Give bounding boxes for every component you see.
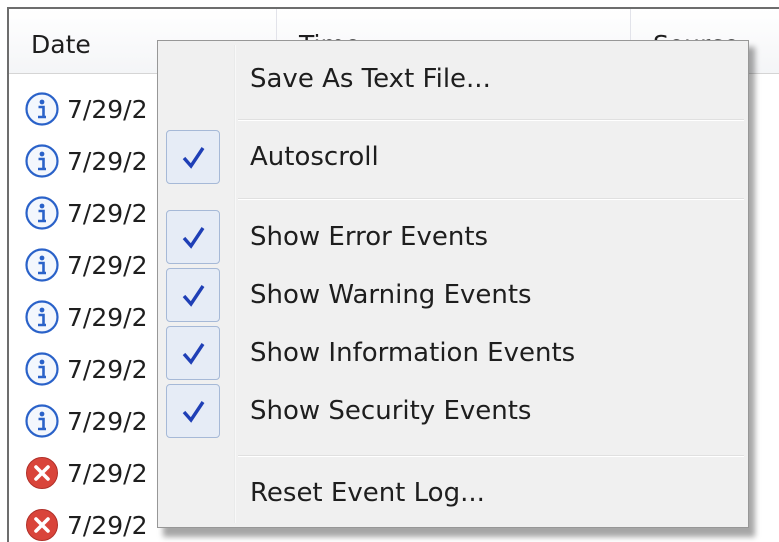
menu-separator (238, 119, 744, 121)
check-indicator (166, 210, 220, 264)
checkmark-icon (182, 285, 205, 307)
check-indicator (166, 326, 220, 380)
menu-item-label: Show Information Events (250, 338, 576, 368)
row-date: 7/29/2 (67, 251, 148, 280)
menu-item-label: Autoscroll (250, 142, 379, 172)
row-date: 7/29/2 (67, 511, 148, 540)
menu-item-show-security-events[interactable]: Show Security Events (162, 383, 744, 439)
row-date: 7/29/2 (67, 303, 148, 332)
check-indicator (166, 130, 220, 184)
check-indicator (166, 384, 220, 438)
error-icon (25, 456, 59, 490)
menu-separator (238, 455, 744, 457)
row-date: 7/29/2 (67, 199, 148, 228)
menu-item-reset-event-log[interactable]: Reset Event Log... (162, 465, 744, 521)
menu-item-autoscroll[interactable]: Autoscroll (162, 129, 744, 185)
checkmark-icon (182, 343, 205, 365)
info-icon (25, 404, 59, 438)
info-icon (25, 248, 59, 282)
menu-item-label: Show Warning Events (250, 280, 532, 310)
checkmark-icon (182, 401, 205, 423)
context-menu: Save As Text File... Autoscroll Show Err… (157, 40, 749, 528)
menu-item-label: Show Security Events (250, 396, 532, 426)
menu-item-label: Show Error Events (250, 222, 489, 252)
row-date: 7/29/2 (67, 459, 148, 488)
checkmark-icon (182, 147, 205, 169)
error-icon (25, 508, 59, 542)
info-icon (25, 300, 59, 334)
menu-item-show-warning-events[interactable]: Show Warning Events (162, 267, 744, 323)
info-icon (25, 196, 59, 230)
info-icon (25, 352, 59, 386)
row-date: 7/29/2 (67, 355, 148, 384)
menu-item-show-error-events[interactable]: Show Error Events (162, 209, 744, 265)
menu-item-show-information-events[interactable]: Show Information Events (162, 325, 744, 381)
checkmark-icon (182, 227, 205, 249)
check-indicator (166, 268, 220, 322)
row-date: 7/29/2 (67, 407, 148, 436)
menu-item-save-as-text-file[interactable]: Save As Text File... (162, 51, 744, 107)
menu-item-label: Save As Text File... (250, 64, 491, 94)
menu-separator (238, 198, 744, 200)
info-icon (25, 144, 59, 178)
row-date: 7/29/2 (67, 95, 148, 124)
info-icon (25, 92, 59, 126)
row-date: 7/29/2 (67, 147, 148, 176)
menu-item-label: Reset Event Log... (250, 478, 485, 508)
